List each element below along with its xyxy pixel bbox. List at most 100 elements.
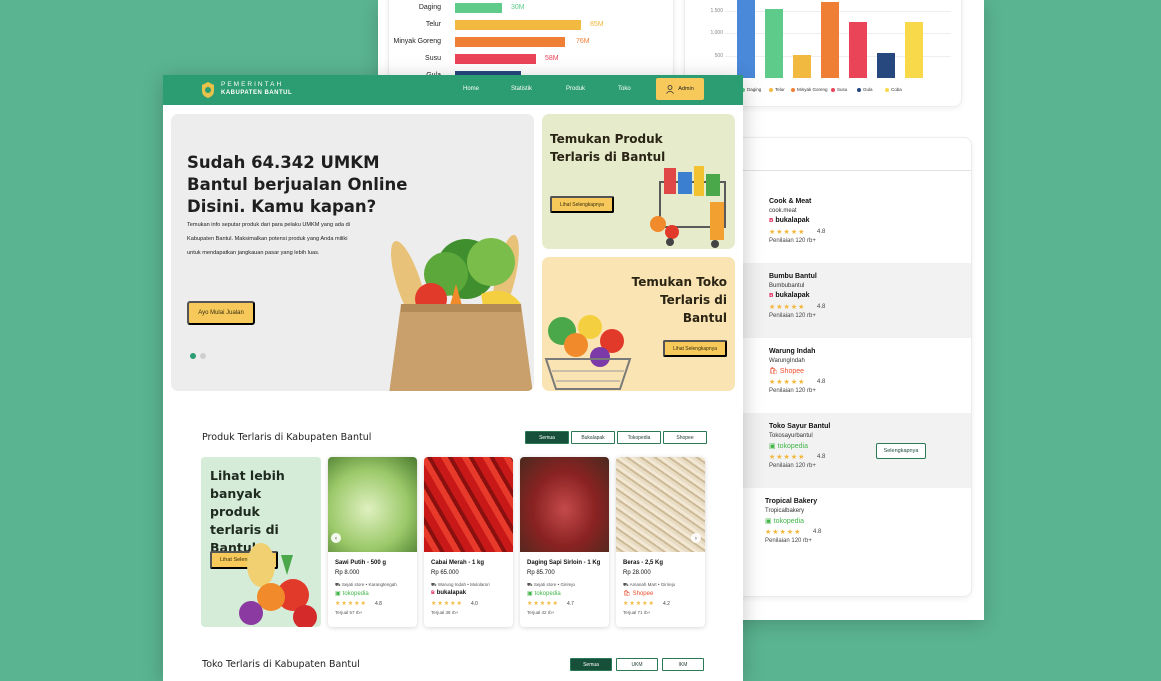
y-tick: 1.000 bbox=[710, 30, 723, 36]
rating-value: 4.8 bbox=[813, 529, 822, 535]
platform-logo: ʙ bukalapak bbox=[769, 292, 810, 299]
filter-shopee[interactable]: Shopee bbox=[663, 431, 707, 444]
rating-value: 4.7 bbox=[567, 601, 574, 607]
sold-count: Terjual 38 rb+ bbox=[431, 610, 459, 615]
platform-logo: 🛍 Shopee bbox=[623, 590, 653, 598]
platform-label: tokopedia bbox=[534, 590, 561, 597]
filter-bukalapak[interactable]: Bukalapak bbox=[571, 431, 615, 444]
hbar-row: Minyak Goreng 76M bbox=[389, 37, 675, 47]
platform-logo: ▣ tokopedia bbox=[527, 590, 561, 598]
store-filter-ikm[interactable]: IKM bbox=[662, 658, 704, 671]
user-icon bbox=[666, 84, 675, 94]
store-handle: WarungIndah bbox=[769, 358, 805, 364]
legend-item: Daging bbox=[741, 87, 761, 92]
product-card[interactable]: Cabai Merah - 1 kg Rp 65.000 ⛟ Warung In… bbox=[424, 457, 513, 627]
rating-value: 4.8 bbox=[817, 229, 826, 235]
rating-value: 4.8 bbox=[817, 379, 826, 385]
legend-label: Coba bbox=[891, 87, 902, 92]
hbar-label: Daging bbox=[418, 4, 441, 11]
review-count: Penilaian 120 rb+ bbox=[769, 238, 816, 244]
hero-title: Sudah 64.342 UMKM Bantul berjualan Onlin… bbox=[187, 153, 408, 216]
rating-stars: ★★★★★ bbox=[431, 600, 463, 607]
hbar-row: Telur 85M bbox=[389, 20, 675, 30]
store-name: Toko Sayur Bantul bbox=[769, 423, 831, 430]
product-store-label: Warung Indah • Mulolarsri bbox=[437, 582, 490, 587]
store-filter-ukm[interactable]: UKM bbox=[616, 658, 658, 671]
product-name: Beras - 2,5 Kg bbox=[623, 560, 664, 566]
tokopedia-icon: ▣ bbox=[765, 518, 772, 525]
nav-toko[interactable]: Toko bbox=[618, 86, 631, 92]
legend-item: Telur bbox=[769, 87, 785, 92]
products-section-title: Produk Terlaris di Kabupaten Bantul bbox=[202, 432, 372, 443]
product-card[interactable]: Sawi Putih - 500 g Rp 8.000 ⛟ Sejati sto… bbox=[328, 457, 417, 627]
regency-emblem-icon[interactable] bbox=[201, 82, 215, 98]
product-price: Rp 65.000 bbox=[431, 570, 459, 576]
hbar-bar bbox=[455, 3, 502, 13]
nav-statistik[interactable]: Statistik bbox=[511, 86, 532, 92]
filter-tokopedia[interactable]: Tokopedia bbox=[617, 431, 661, 444]
product-store: ⛟ Warung Indah • Mulolarsri bbox=[431, 582, 490, 587]
vegetable-basket-illustration bbox=[544, 315, 632, 390]
legend-item: Coba bbox=[885, 87, 902, 92]
sold-count: Terjual 71 rb+ bbox=[623, 610, 651, 615]
rating-stars: ★★★★★ bbox=[769, 378, 806, 386]
admin-button[interactable]: Admin bbox=[656, 78, 704, 100]
rating-stars: ★★★★★ bbox=[623, 600, 655, 607]
tokopedia-icon: ▣ bbox=[769, 443, 776, 450]
filter-all[interactable]: Semua bbox=[525, 431, 569, 444]
store-filter-all[interactable]: Semua bbox=[570, 658, 612, 671]
shopping-cart-illustration bbox=[650, 166, 726, 248]
bukalapak-icon: ʙ bbox=[769, 292, 774, 299]
platform-logo: ʙ bukalapak bbox=[431, 590, 466, 596]
platform-label: tokopedia bbox=[773, 517, 804, 525]
stores-section-title: Toko Terlaris di Kabupaten Bantul bbox=[202, 659, 360, 670]
shopee-icon: 🛍 bbox=[623, 591, 631, 597]
rating-value: 4.0 bbox=[471, 601, 478, 607]
legend-dot bbox=[791, 87, 795, 92]
rating-stars: ★★★★★ bbox=[527, 600, 559, 607]
product-name: Daging Sapi Sirloin - 1 Kg bbox=[527, 560, 601, 566]
hbar-label: Telur bbox=[425, 21, 441, 28]
rating-stars: ★★★★★ bbox=[765, 528, 802, 536]
product-store: ⛟ Sejati store • Girirejo bbox=[527, 582, 576, 587]
rating-value: 4.8 bbox=[817, 304, 826, 310]
platform-logo: ▣ tokopedia bbox=[769, 442, 808, 451]
platform-logo: ▣ tokopedia bbox=[335, 590, 369, 598]
store-handle: cook.meat bbox=[769, 208, 797, 214]
review-count: Penilaian 120 rb+ bbox=[765, 538, 812, 544]
navbar: PEMERINTAH KABUPATEN BANTUL Home Statist… bbox=[163, 75, 743, 105]
promo-stores-button[interactable]: Lihat Selengkapnya bbox=[663, 340, 727, 357]
hbar-bar bbox=[455, 37, 565, 47]
grocery-bag-illustration bbox=[389, 234, 533, 391]
product-store-label: Sejati store • Girirejo bbox=[533, 582, 576, 587]
store-name: Warung Indah bbox=[769, 348, 816, 355]
product-store: ⛟ Sejati store • Karangtengah bbox=[335, 582, 397, 587]
product-card[interactable]: Beras - 2,5 Kg Rp 28.000 ⛟ Amanah Mart •… bbox=[616, 457, 705, 627]
nav-home[interactable]: Home bbox=[463, 86, 479, 92]
rating-value: 4.8 bbox=[375, 601, 382, 607]
product-name: Cabai Merah - 1 kg bbox=[431, 560, 485, 566]
legend-item: Gula bbox=[857, 87, 873, 92]
carousel-prev-button[interactable]: ‹ bbox=[331, 533, 341, 543]
product-card[interactable]: Daging Sapi Sirloin - 1 Kg Rp 85.700 ⛟ S… bbox=[520, 457, 609, 627]
hbar-label: Minyak Goreng bbox=[393, 38, 441, 45]
product-price: Rp 8.000 bbox=[335, 570, 360, 576]
product-image bbox=[424, 457, 513, 552]
start-selling-button[interactable]: Ayo Mulai Jualan bbox=[187, 301, 255, 325]
stores-see-more-button[interactable]: Selengkapnya bbox=[876, 443, 926, 459]
nav-produk[interactable]: Produk bbox=[566, 86, 585, 92]
carousel-dot-active[interactable] bbox=[190, 353, 196, 359]
promo-products-button[interactable]: Lihat Selengkapnya bbox=[550, 196, 614, 213]
product-price: Rp 85.700 bbox=[527, 570, 555, 576]
store-handle: Bumbubantul bbox=[769, 283, 805, 289]
carousel-next-button[interactable]: › bbox=[691, 533, 701, 543]
legend-dot bbox=[831, 87, 835, 92]
vbar bbox=[849, 22, 867, 78]
tokopedia-icon: ▣ bbox=[335, 591, 341, 597]
vbar bbox=[905, 22, 923, 78]
platform-logo: ʙ bukalapak bbox=[769, 217, 810, 224]
carousel-dot[interactable] bbox=[200, 353, 206, 359]
vbar bbox=[737, 0, 755, 78]
hbar-row: Daging 30M bbox=[389, 3, 675, 13]
product-name: Sawi Putih - 500 g bbox=[335, 560, 387, 566]
